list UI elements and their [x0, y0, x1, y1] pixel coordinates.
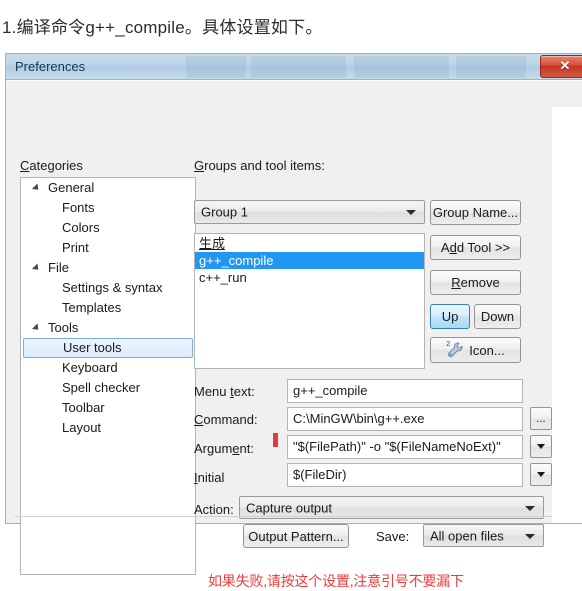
argument-mnemonic: e — [232, 441, 240, 456]
sidebar-item-fonts[interactable]: Fonts — [21, 198, 195, 218]
preferences-dialog: Preferences ✕ Categories General Fonts Col… — [5, 53, 582, 589]
remove-mnemonic: R — [451, 275, 461, 290]
wrench-icon-badge: 2 — [446, 341, 451, 348]
sidebar-item-label: User tools — [63, 340, 122, 355]
sidebar-item-file[interactable]: File — [21, 258, 195, 278]
expander-icon[interactable] — [31, 263, 42, 273]
remove-button[interactable]: Remove — [430, 270, 521, 295]
sidebar-item-label: General — [48, 180, 95, 195]
add-tool-label-pre: A — [440, 240, 450, 255]
chevron-down-icon — [525, 505, 535, 511]
command-label: Command: — [194, 412, 258, 427]
argument-attention-marker — [273, 433, 278, 447]
remove-label-post: emove — [460, 275, 500, 290]
save-label: Save: — [376, 529, 410, 544]
menu-text-input[interactable]: g++_compile — [287, 379, 523, 403]
action-select-value: Capture output — [246, 500, 333, 515]
groups-label: Groups and tool items: — [194, 158, 325, 173]
menu-text-label-post: ext: — [233, 384, 255, 399]
sidebar-item-label: Settings & syntax — [62, 280, 163, 295]
dialog-client-area: Categories General Fonts Colors Print File Se… — [6, 80, 582, 589]
menu-text-label-pre: Menu — [194, 384, 231, 399]
argument-label: Argument: — [194, 441, 254, 456]
argument-dropdown-button[interactable] — [530, 435, 552, 458]
save-select-value: All open files — [430, 528, 504, 543]
sidebar-item-label: Tools — [48, 320, 79, 335]
chevron-down-icon — [406, 210, 416, 215]
titlebar-artifact — [251, 56, 346, 78]
group-select[interactable]: Group 1 — [194, 200, 425, 224]
move-up-button[interactable]: Up — [430, 304, 470, 329]
initial-dropdown-button[interactable] — [530, 463, 552, 486]
command-label-post: ommand: — [203, 412, 258, 427]
add-tool-button[interactable]: Add Tool >> — [430, 235, 521, 260]
categories-label-mnemonic: C — [20, 158, 30, 173]
sidebar-item-print[interactable]: Print — [21, 238, 195, 258]
expander-icon[interactable] — [31, 183, 42, 193]
expander-icon[interactable] — [31, 323, 42, 333]
sidebar-item-tools[interactable]: Tools — [21, 318, 195, 338]
sidebar-item-toolbar[interactable]: Toolbar — [21, 398, 195, 418]
chevron-down-icon — [537, 444, 545, 449]
sidebar-item-label: Spell checker — [62, 380, 141, 395]
groups-label-mnemonic: G — [194, 158, 205, 173]
chevron-down-icon — [537, 472, 545, 477]
action-label: Action: — [194, 502, 234, 517]
output-pattern-button[interactable]: Output Pattern... — [243, 524, 349, 548]
list-item[interactable]: c++_run — [195, 269, 424, 286]
categories-label: Categories — [20, 158, 83, 173]
group-name-button[interactable]: Group Name... — [430, 200, 521, 225]
argument-input[interactable]: "$(FilePath)" -o "$(FileNameNoExt)" — [287, 435, 523, 459]
sidebar-item-label: Toolbar — [62, 400, 105, 415]
sidebar-item-colors[interactable]: Colors — [21, 218, 195, 238]
sidebar-item-user-tools[interactable]: User tools — [23, 338, 193, 358]
titlebar-artifact — [186, 56, 246, 78]
add-tool-mnemonic: d — [449, 240, 457, 255]
dialog-title: Preferences — [15, 59, 86, 74]
move-down-button[interactable]: Down — [474, 304, 521, 329]
titlebar-artifact — [456, 56, 526, 78]
sidebar-item-label: Layout — [62, 420, 102, 435]
add-tool-label-post: d Tool >> — [456, 240, 511, 255]
sidebar-item-spell-checker[interactable]: Spell checker — [21, 378, 195, 398]
sidebar-item-layout[interactable]: Layout — [21, 418, 195, 438]
dialog-titlebar[interactable]: Preferences ✕ — [5, 53, 582, 80]
menu-text-label: Menu text: — [194, 384, 255, 399]
sidebar-item-label: Colors — [62, 220, 100, 235]
command-mnemonic: C — [194, 412, 204, 427]
sidebar-item-general[interactable]: General — [21, 178, 195, 198]
initial-label-post: nitial — [197, 470, 225, 485]
browse-button[interactable]: ... — [530, 407, 552, 430]
chevron-down-icon — [525, 533, 535, 539]
sidebar-item-label: Keyboard — [62, 360, 118, 375]
list-item[interactable]: g++_compile — [195, 252, 424, 269]
dialog-right-filler — [552, 107, 582, 523]
wrench-icon: 2 — [446, 341, 464, 358]
icon-button-label: Icon... — [469, 342, 505, 358]
list-item[interactable]: 生成 — [195, 235, 424, 252]
command-input[interactable]: C:\MinGW\bin\g++.exe — [287, 407, 523, 431]
bottom-divider — [15, 516, 552, 517]
sidebar-item-keyboard[interactable]: Keyboard — [21, 358, 195, 378]
page-heading: 1.编译命令g++_compile。具体设置如下。 — [2, 18, 323, 37]
argument-label-post: nt: — [239, 441, 254, 456]
sidebar-item-label: Print — [62, 240, 89, 255]
close-icon: ✕ — [559, 58, 571, 73]
sidebar-item-label: Fonts — [62, 200, 95, 215]
sidebar-item-label: File — [48, 260, 69, 275]
icon-button[interactable]: 2 Icon... — [430, 337, 521, 363]
tool-items-list[interactable]: 生成 g++_compile c++_run — [194, 233, 425, 369]
sidebar-item-templates[interactable]: Templates — [21, 298, 195, 318]
group-select-value: Group 1 — [201, 204, 248, 220]
red-annotation-text: 如果失败,请按这个设置,注意引号不要漏下 — [208, 573, 464, 589]
sidebar-item-label: Templates — [62, 300, 122, 315]
sidebar-item-settings-syntax[interactable]: Settings & syntax — [21, 278, 195, 298]
argument-label-pre: Argum — [194, 441, 233, 456]
titlebar-artifact — [354, 56, 449, 78]
close-button[interactable]: ✕ — [540, 55, 582, 78]
initial-input[interactable]: $(FileDir) — [287, 463, 523, 487]
save-select[interactable]: All open files — [423, 524, 544, 547]
initial-label: Initial — [194, 470, 224, 485]
